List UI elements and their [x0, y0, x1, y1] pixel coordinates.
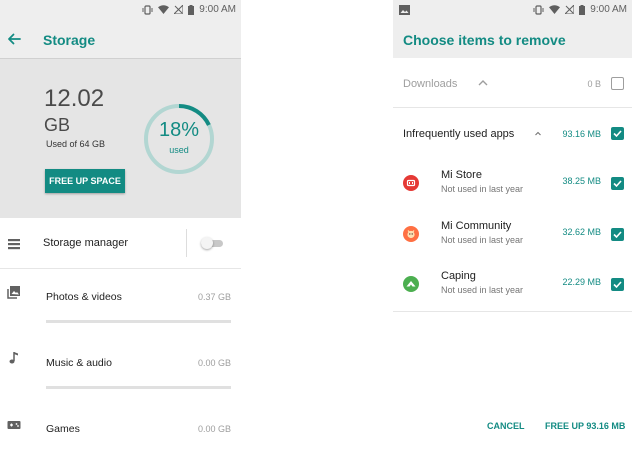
app-checkbox[interactable] [611, 228, 624, 241]
photo-icon [7, 286, 20, 299]
downloads-label: Downloads [403, 78, 458, 90]
category-label: Games [46, 423, 80, 435]
mi-store-icon [403, 175, 419, 191]
storage-summary: 12.02 GB Used of 64 GB 18% used FREE UP … [0, 58, 241, 218]
cancel-button[interactable]: CANCEL [487, 419, 525, 433]
category-row-music[interactable]: Music & audio 0.00 GB [0, 341, 241, 401]
category-usage-bar [46, 320, 231, 323]
app-bar: Storage [0, 22, 241, 58]
app-size: 38.25 MB [562, 176, 601, 186]
gamepad-icon [7, 421, 21, 429]
app-last-used: Not used in last year [441, 235, 524, 245]
downloads-size: 0 B [587, 79, 601, 89]
status-bar: 9:00 AM [393, 0, 632, 22]
app-last-used: Not used in last year [441, 285, 524, 295]
page-title: Choose items to remove [403, 32, 566, 48]
used-amount: 12.02 [44, 85, 105, 112]
app-checkbox[interactable] [611, 177, 624, 190]
battery-icon [188, 4, 195, 15]
app-name: Mi Store [441, 169, 482, 181]
divider [393, 311, 632, 312]
status-time: 9:00 AM [590, 4, 627, 15]
app-bar: Choose items to remove [393, 22, 632, 58]
downloads-row[interactable]: Downloads 0 B [393, 58, 632, 108]
storage-manager-toggle[interactable] [201, 237, 223, 249]
image-notification-icon [399, 5, 410, 15]
storage-screen: 9:00 AM Storage 12.02 GB Used of 64 GB 1… [0, 0, 241, 445]
section-size: 93.16 MB [562, 129, 601, 139]
storage-manager-icon [8, 239, 20, 250]
app-name: Caping [441, 270, 476, 282]
category-usage-bar [46, 386, 231, 389]
app-checkbox[interactable] [611, 278, 624, 291]
category-size: 0.00 GB [197, 358, 231, 368]
divider [186, 229, 187, 257]
category-label: Photos & videos [46, 291, 122, 303]
used-unit: GB [44, 115, 71, 135]
free-up-button[interactable]: FREE UP 93.16 MB [545, 419, 625, 433]
free-up-space-button[interactable]: FREE UP SPACE [45, 169, 125, 193]
no-signal-icon [174, 5, 184, 14]
app-size: 32.62 MB [562, 227, 601, 237]
downloads-checkbox[interactable] [611, 77, 624, 90]
category-size: 0.37 GB [197, 292, 231, 302]
app-last-used: Not used in last year [441, 184, 524, 194]
infrequent-apps-header[interactable]: Infrequently used apps 93.16 MB [393, 108, 632, 158]
wifi-icon [549, 5, 561, 14]
section-label: Infrequently used apps [403, 128, 515, 140]
storage-manager-row[interactable]: Storage manager [0, 219, 241, 269]
storage-manager-label: Storage manager [43, 237, 128, 249]
status-bar: 9:00 AM [0, 0, 241, 22]
section-checkbox[interactable] [611, 127, 624, 140]
vibrate-icon [142, 4, 153, 15]
usage-percent: 18% [158, 119, 200, 141]
app-row-mi-store[interactable]: Mi Store Not used in last year 38.25 MB [393, 160, 632, 210]
category-size: 0.00 GB [197, 424, 231, 434]
category-label: Music & audio [46, 357, 112, 369]
usage-donut: 18% used [141, 101, 217, 177]
app-row-mi-community[interactable]: Mi Community Not used in last year 32.62… [393, 211, 632, 261]
choose-items-screen: 9:00 AM Choose items to remove Downloads… [393, 0, 632, 445]
page-title: Storage [43, 32, 96, 48]
chevron-up-icon[interactable] [534, 130, 542, 137]
no-signal-icon [565, 5, 575, 14]
battery-icon [579, 4, 586, 15]
music-note-icon [9, 352, 18, 364]
wifi-icon [158, 5, 170, 14]
app-size: 22.29 MB [562, 277, 601, 287]
app-row-caping[interactable]: Caping Not used in last year 22.29 MB [393, 261, 632, 311]
status-time: 9:00 AM [199, 4, 236, 15]
usage-caption: used [169, 145, 189, 155]
mi-community-icon [403, 226, 419, 242]
category-row-photos[interactable]: Photos & videos 0.37 GB [0, 275, 241, 335]
back-arrow-icon[interactable] [5, 30, 23, 48]
caping-icon [403, 276, 419, 292]
vibrate-icon [533, 4, 544, 15]
category-row-games[interactable]: Games 0.00 GB [0, 407, 241, 445]
chevron-up-icon[interactable] [477, 78, 489, 88]
app-name: Mi Community [441, 220, 512, 232]
used-of-total: Used of 64 GB [46, 139, 106, 149]
